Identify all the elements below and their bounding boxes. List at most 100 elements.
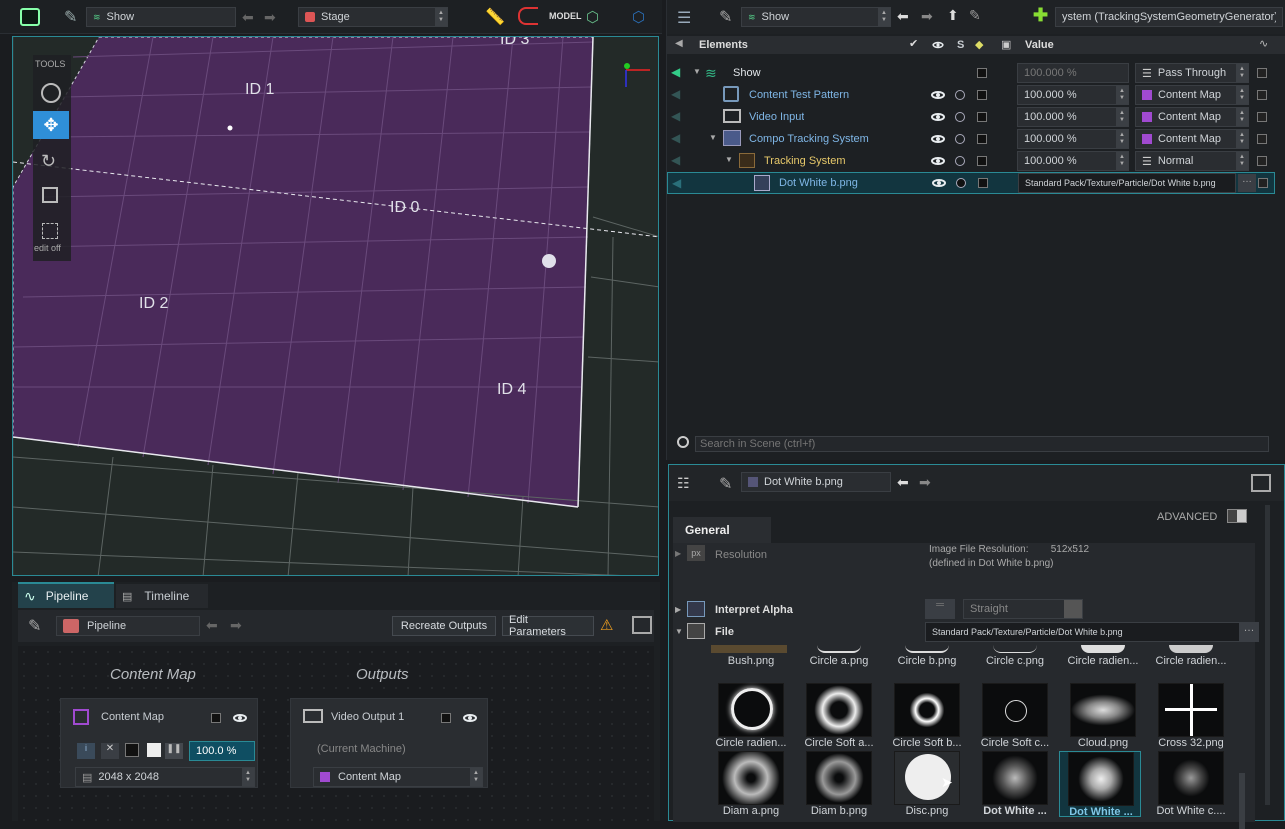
tree-row-content-test-pattern[interactable]: ◀ Content Test Pattern 100.000 % ▲ ▼ Conte… (667, 84, 1285, 106)
row-value[interactable]: 100.000 % ▲ ▼ (1017, 85, 1129, 105)
marker-id2[interactable]: ID 2 (139, 295, 168, 313)
row-blend-select[interactable]: ☰ Pass Through ▲ ▼ (1135, 63, 1249, 83)
scene-select[interactable]: ≋ Show ▲ ▼ (741, 7, 891, 27)
pipeline-name-field[interactable]: Pipeline (56, 616, 200, 636)
model-label[interactable]: MODEL (549, 11, 582, 21)
row-blend-select[interactable]: Content Map ▲ ▼ (1135, 107, 1249, 127)
thumb-item[interactable]: ➤ Disc.png (883, 751, 971, 817)
tab-pipeline[interactable]: ∿ Pipeline (18, 582, 114, 608)
row-value[interactable]: 100.000 % ▲ ▼ (1017, 151, 1129, 171)
row-value[interactable]: 100.000 % ▲ ▼ (1017, 129, 1129, 149)
pin-icon[interactable]: ✎ (719, 474, 732, 494)
row-lock[interactable] (977, 68, 987, 78)
thumb-item[interactable]: Cloud.png (1059, 683, 1147, 749)
thumb-item[interactable]: Circle c.png (971, 645, 1059, 669)
output-map-select[interactable]: Content Map ▲ ▼ (313, 767, 483, 787)
check-icon[interactable]: ✔ (909, 37, 918, 50)
properties-scrollbar[interactable] (1265, 505, 1270, 805)
value-column-header[interactable]: Value (1025, 39, 1054, 51)
visibility-eye-icon[interactable] (931, 90, 945, 102)
scale-icon[interactable] (42, 187, 58, 203)
visibility-eye-icon[interactable] (463, 713, 477, 725)
magnet-icon[interactable] (518, 7, 538, 25)
move-tool-icon[interactable]: ✥ (33, 111, 69, 139)
row-blend-select[interactable]: Content Map ▲ ▼ (1135, 129, 1249, 149)
file-browse-button[interactable]: … (1239, 622, 1259, 642)
blend-icon[interactable]: ✕ (101, 743, 119, 759)
pin-icon[interactable]: ✎ (28, 616, 41, 636)
edit-grid-icon[interactable] (42, 223, 58, 239)
browse-button[interactable]: … (1238, 174, 1256, 192)
thumb-item[interactable]: Circle b.png (883, 645, 971, 669)
sliders-icon[interactable]: ☷ (677, 475, 690, 492)
pipeline-canvas[interactable]: Content Map Outputs Content Map i ✕ ❚❚ 1… (18, 646, 654, 821)
solo-radio[interactable] (955, 112, 965, 122)
row-extra[interactable] (1258, 178, 1268, 188)
row-blend-select[interactable]: ☰ Normal ▲ ▼ (1135, 151, 1249, 171)
recreate-outputs-button[interactable]: Recreate Outputs (392, 616, 496, 636)
forward-arrow-icon[interactable]: ➡ (264, 9, 276, 26)
marker-id0[interactable]: ID 0 (390, 199, 419, 217)
file-path-field[interactable]: Standard Pack/Texture/Particle/Dot White… (925, 622, 1241, 642)
marker-id4[interactable]: ID 4 (497, 381, 526, 399)
opacity-field[interactable]: 100.0 % (189, 741, 255, 761)
expand-icon[interactable]: ▼ (725, 155, 733, 164)
video-output-node[interactable]: Video Output 1 (Current Machine) Content… (290, 698, 488, 788)
hexagon-icon[interactable]: ⬡ (632, 8, 645, 26)
solo-toggle[interactable] (441, 713, 451, 723)
thumb-item[interactable]: Circle Soft b... (883, 683, 971, 749)
tree-row-show[interactable]: ◀ ▼ ≋ Show 100.000 % ☰ Pass Through ▲ ▼ (667, 62, 1285, 84)
tree-row-tracking-system[interactable]: ◀ ▼ Tracking System 100.000 % ▲ ▼ ☰ Normal ▲… (667, 150, 1285, 172)
content-map-node[interactable]: Content Map i ✕ ❚❚ 100.0 % ▤ 2048 x 2048 ▲… (60, 698, 258, 788)
path-field[interactable]: ystem (TrackingSystemGeometryGenerator) (1055, 7, 1283, 27)
thumb-item[interactable]: Circle a.png (795, 645, 883, 669)
elements-column-header[interactable]: Elements (699, 39, 748, 51)
row-extra[interactable] (1257, 68, 1267, 78)
row-lock[interactable] (978, 178, 988, 188)
info-icon[interactable]: i (77, 743, 95, 759)
tree-row-video-input[interactable]: ◀ Video Input 100.000 % ▲ ▼ Content Map ▲ ▼ (667, 106, 1285, 128)
collapse-icon[interactable]: ◀ (675, 38, 683, 49)
thumb-item[interactable]: Dot White c.... (1147, 751, 1235, 817)
thumb-item[interactable]: Diam a.png (707, 751, 795, 817)
visibility-eye-icon[interactable] (931, 156, 945, 168)
eye-header-icon[interactable] (931, 40, 945, 52)
stage-select[interactable]: Stage ▲ ▼ (298, 7, 448, 27)
row-lock[interactable] (977, 134, 987, 144)
tree-row-compo-tracking-system[interactable]: ◀ ▼ Compo Tracking System 100.000 % ▲ ▼ Co… (667, 128, 1285, 150)
solo-column-header[interactable]: S (957, 39, 964, 51)
forward-arrow-icon[interactable]: ➡ (919, 474, 931, 491)
tag-icon[interactable]: ◆ (975, 38, 983, 51)
back-arrow-icon[interactable]: ⬅ (897, 8, 909, 25)
collapse-icon[interactable]: ▼ (675, 627, 683, 636)
thumb-item[interactable]: Dot White ... (971, 751, 1059, 817)
row-file-path[interactable]: Standard Pack/Texture/Particle/Dot White… (1018, 173, 1236, 193)
white-swatch[interactable] (147, 743, 161, 757)
thumb-item[interactable]: Diam b.png (795, 751, 883, 817)
properties-title-field[interactable]: Dot White b.png (741, 472, 891, 492)
row-value[interactable]: 100.000 % ▲ ▼ (1017, 107, 1129, 127)
thumb-item-selected[interactable]: Dot White ... (1059, 751, 1141, 818)
visibility-eye-icon[interactable] (233, 713, 247, 725)
tree-row-dot-white-b[interactable]: ◀ Dot White b.png Standard Pack/Texture/… (667, 172, 1275, 194)
marker-id3[interactable]: ID 3 (500, 37, 529, 49)
lock-icon[interactable]: ▣ (1001, 38, 1011, 51)
visibility-eye-icon[interactable] (931, 112, 945, 124)
pin-icon[interactable]: ✎ (719, 7, 732, 27)
tree-icon[interactable]: ☰ (677, 8, 691, 28)
row-value[interactable]: 100.000 % (1017, 63, 1129, 83)
layout-icon[interactable] (1251, 474, 1271, 492)
advanced-toggle[interactable] (1227, 509, 1247, 523)
forward-arrow-icon[interactable]: ➡ (230, 617, 242, 634)
viewport-canvas[interactable]: ID 3 ID 1 ID 0 ID 2 ID 4 TOOLS ✥ ↻ edit … (12, 36, 659, 576)
edit-icon[interactable]: ✎ (969, 7, 981, 24)
back-arrow-icon[interactable]: ⬅ (206, 617, 218, 634)
scene-select[interactable]: ≋ Show (86, 7, 236, 27)
add-icon[interactable]: ✚ (1033, 5, 1048, 26)
thumb-item[interactable]: Bush.png (707, 645, 795, 669)
alpha-mode-select[interactable]: Straight (963, 599, 1083, 619)
orbit-icon[interactable] (41, 83, 61, 103)
solo-toggle[interactable] (211, 713, 221, 723)
expand-icon[interactable]: ▼ (709, 133, 717, 142)
forward-arrow-icon[interactable]: ➡ (921, 8, 933, 25)
